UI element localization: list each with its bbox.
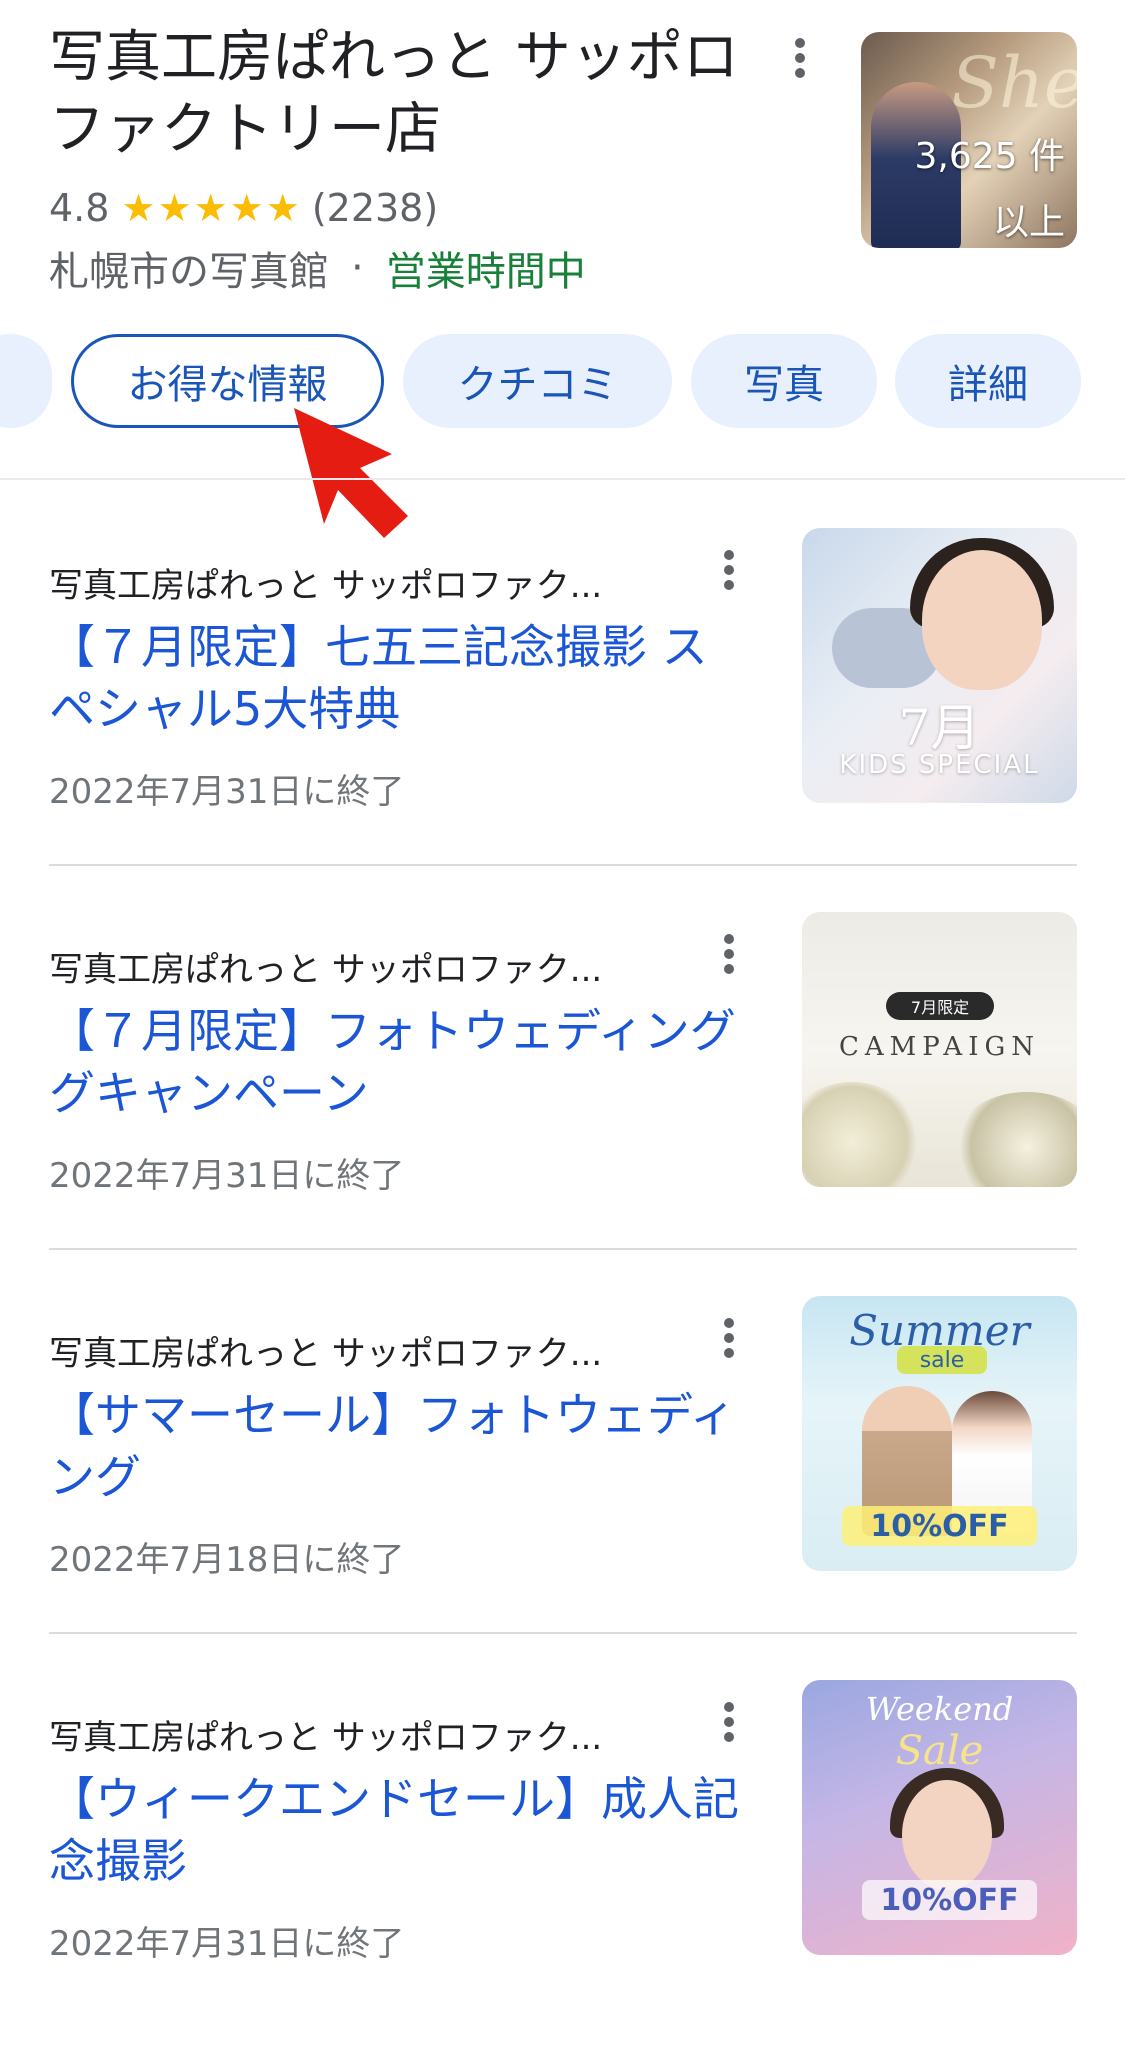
tab-reviews[interactable]: クチコミ — [403, 334, 672, 428]
post-source: 写真工房ぱれっと サッポロファク... — [49, 1334, 603, 1374]
star-icon: ★ — [121, 186, 156, 230]
rating-value: 4.8 — [49, 186, 110, 230]
post-title-link[interactable]: 【７月限定】七五三記念撮影 スペシャル5大特典 — [49, 616, 749, 740]
star-icon: ★ — [157, 186, 192, 230]
offer-post[interactable]: 写真工房ぱれっと サッポロファク... 【サマーセール】フォトウェディング 20… — [49, 1296, 1077, 1680]
offer-post[interactable]: 写真工房ぱれっと サッポロファク... 【ウィークエンドセール】成人記念撮影 2… — [49, 1680, 1077, 2064]
post-thumbnail[interactable]: Weekend Sale 10%OFF — [802, 1680, 1077, 1955]
business-category: 札幌市の写真館 — [49, 249, 329, 295]
divider — [49, 864, 1077, 866]
photo-decoration: She — [951, 42, 1077, 124]
annotation-arrow-icon — [294, 408, 408, 538]
post-end-date: 2022年7月31日に終了 — [49, 772, 405, 812]
open-status: 営業時間中 — [385, 249, 586, 295]
business-title: 写真工房ぱれっと サッポロファクトリー店 — [49, 25, 739, 162]
divider — [49, 1248, 1077, 1250]
post-title-link[interactable]: 【サマーセール】フォトウェディング — [49, 1384, 749, 1508]
divider — [0, 478, 1125, 480]
photo-count: 3,625 件 以上 — [914, 136, 1065, 243]
thumb-text: Weekend — [865, 1690, 1014, 1728]
separator: · — [351, 245, 364, 291]
post-end-date: 2022年7月31日に終了 — [49, 1924, 405, 1964]
post-more-icon[interactable] — [714, 1700, 744, 1744]
post-thumbnail[interactable]: Summer sale 10%OFF — [802, 1296, 1077, 1571]
tab-photos[interactable]: 写真 — [691, 334, 877, 428]
more-options-icon[interactable] — [785, 36, 815, 80]
post-title-link[interactable]: 【ウィークエンドセール】成人記念撮影 — [49, 1768, 749, 1892]
post-more-icon[interactable] — [714, 548, 744, 592]
star-icon: ★ — [265, 186, 300, 230]
thumb-text: 10%OFF — [842, 1506, 1037, 1546]
thumb-text: Sale — [895, 1728, 984, 1774]
post-more-icon[interactable] — [714, 1316, 744, 1360]
thumb-text: sale — [897, 1346, 987, 1374]
offer-post[interactable]: 写真工房ぱれっと サッポロファク... 【７月限定】七五三記念撮影 スペシャル5… — [49, 528, 1077, 912]
rating-row[interactable]: 4.8 ★ ★ ★ ★ ★ (2238) — [49, 182, 438, 234]
divider — [49, 1632, 1077, 1634]
review-count: (2238) — [311, 186, 439, 230]
tab-details[interactable]: 詳細 — [895, 334, 1081, 428]
post-end-date: 2022年7月18日に終了 — [49, 1540, 405, 1580]
thumb-text: CAMPAIGN — [839, 1032, 1040, 1062]
post-more-icon[interactable] — [714, 932, 744, 976]
thumb-text: 10%OFF — [862, 1880, 1037, 1920]
post-title-link[interactable]: 【７月限定】フォトウェディンググキャンペーン — [49, 1000, 749, 1124]
thumb-text: 7月限定 — [886, 992, 994, 1020]
post-source: 写真工房ぱれっと サッポロファク... — [49, 950, 603, 990]
post-source: 写真工房ぱれっと サッポロファク... — [49, 1718, 603, 1758]
post-source: 写真工房ぱれっと サッポロファク... — [49, 566, 603, 606]
rating-stars: ★ ★ ★ ★ ★ — [121, 189, 301, 227]
post-end-date: 2022年7月31日に終了 — [49, 1156, 405, 1196]
star-icon: ★ — [193, 186, 228, 230]
post-thumbnail[interactable]: 7月 KIDS SPECIAL — [802, 528, 1077, 803]
offer-post[interactable]: 写真工房ぱれっと サッポロファク... 【７月限定】フォトウェディンググキャンペ… — [49, 912, 1077, 1296]
business-photo[interactable]: She 3,625 件 以上 — [861, 32, 1077, 248]
thumb-text: KIDS SPECIAL — [839, 750, 1040, 780]
post-thumbnail[interactable]: 7月限定 CAMPAIGN — [802, 912, 1077, 1187]
category-row: 札幌市の写真館 · 営業時間中 — [49, 242, 586, 295]
tab-overview-partial[interactable] — [0, 334, 52, 428]
star-icon: ★ — [229, 186, 264, 230]
